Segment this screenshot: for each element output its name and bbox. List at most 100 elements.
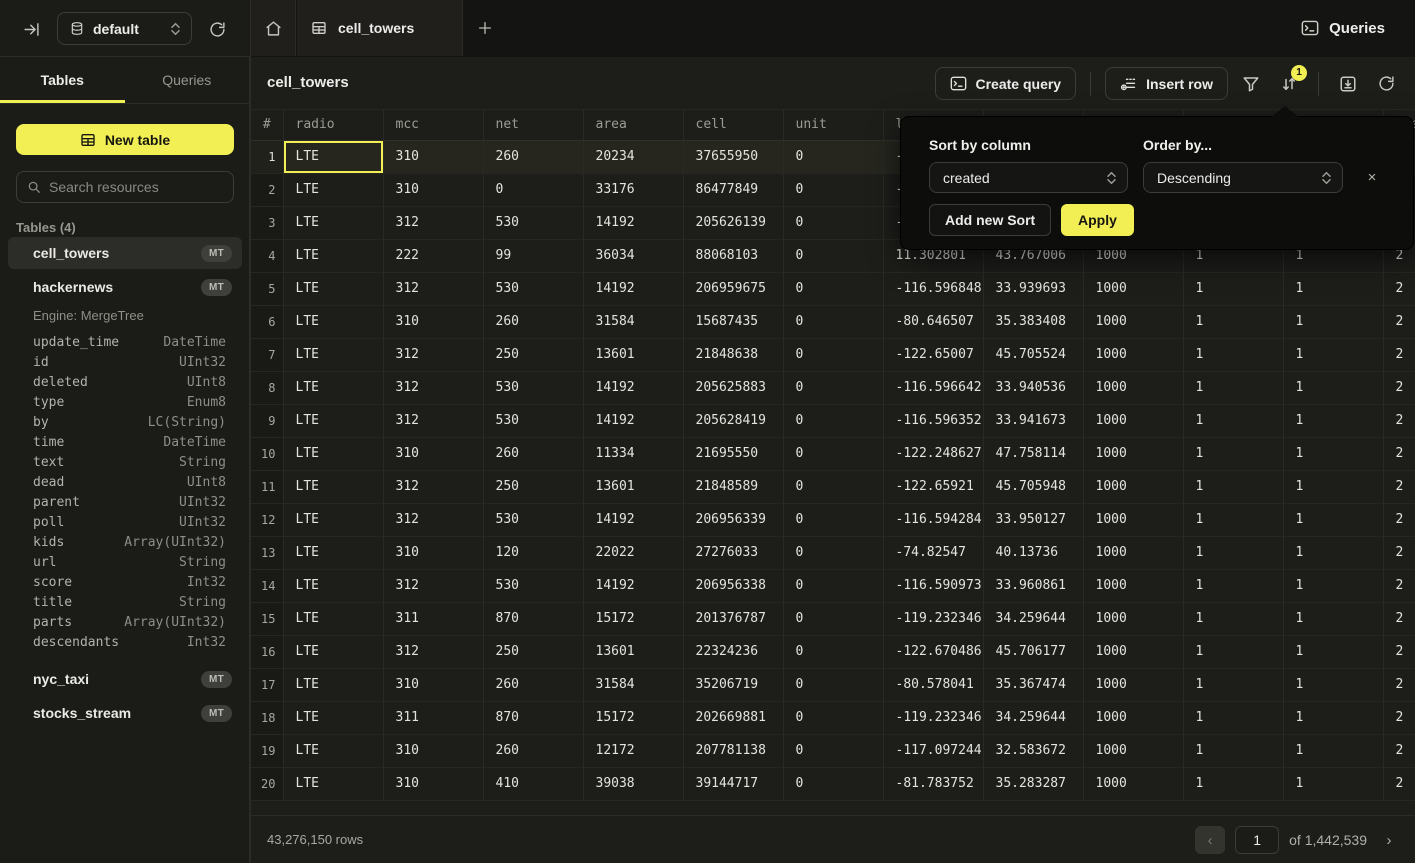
column-header-net[interactable]: net [483, 110, 583, 140]
cell[interactable]: 1 [1283, 668, 1383, 701]
cell[interactable]: 14192 [583, 371, 683, 404]
cell[interactable]: 2 [1383, 569, 1415, 602]
cell[interactable]: 33.941673 [983, 404, 1083, 437]
cell[interactable]: 120 [483, 536, 583, 569]
cell[interactable]: 45.705524 [983, 338, 1083, 371]
sidebar-tab-queries[interactable]: Queries [125, 57, 250, 103]
cell[interactable]: 1 [1183, 668, 1283, 701]
refresh-database-icon[interactable] [205, 17, 229, 41]
cell[interactable]: 0 [783, 536, 883, 569]
cell[interactable]: 202669881 [683, 701, 783, 734]
cell[interactable]: 1 [1283, 701, 1383, 734]
cell[interactable]: 1 [1283, 371, 1383, 404]
cell[interactable]: 2 [1383, 602, 1415, 635]
cell[interactable]: LTE [283, 206, 383, 239]
cell[interactable]: 2 [1383, 305, 1415, 338]
cell[interactable]: 2 [1383, 668, 1415, 701]
cell[interactable]: 33.960861 [983, 569, 1083, 602]
cell[interactable]: 1000 [1083, 338, 1183, 371]
cell[interactable]: 1000 [1083, 437, 1183, 470]
cell[interactable]: 1 [1183, 371, 1283, 404]
cell[interactable]: 1000 [1083, 602, 1183, 635]
cell[interactable]: 35.383408 [983, 305, 1083, 338]
cell[interactable]: 22022 [583, 536, 683, 569]
new-table-button[interactable]: New table [16, 124, 234, 155]
cell[interactable]: 0 [783, 206, 883, 239]
cell[interactable]: -119.232346 [883, 602, 983, 635]
cell[interactable]: 35.367474 [983, 668, 1083, 701]
cell[interactable]: 2 [1383, 437, 1415, 470]
cell[interactable]: 1000 [1083, 734, 1183, 767]
refresh-table-icon[interactable] [1371, 69, 1401, 99]
cell[interactable]: 0 [783, 569, 883, 602]
cell[interactable]: 250 [483, 635, 583, 668]
cell[interactable]: 2 [1383, 272, 1415, 305]
cell[interactable]: 530 [483, 206, 583, 239]
apply-sort-button[interactable]: Apply [1061, 204, 1134, 236]
cell[interactable]: -122.65007 [883, 338, 983, 371]
cell[interactable]: 14192 [583, 206, 683, 239]
cell[interactable]: 222 [383, 239, 483, 272]
cell[interactable]: 1000 [1083, 668, 1183, 701]
cell[interactable]: 1000 [1083, 272, 1183, 305]
cell[interactable]: 45.705948 [983, 470, 1083, 503]
cell[interactable]: 0 [783, 635, 883, 668]
column-header-unit[interactable]: unit [783, 110, 883, 140]
cell[interactable]: 1 [1283, 503, 1383, 536]
collapse-sidebar-icon[interactable] [20, 18, 42, 40]
cell[interactable]: 0 [783, 404, 883, 437]
cell[interactable]: 1 [1183, 404, 1283, 437]
cell[interactable]: 1 [1183, 305, 1283, 338]
cell[interactable]: 0 [483, 173, 583, 206]
cell[interactable]: 0 [783, 239, 883, 272]
cell[interactable]: -122.248627 [883, 437, 983, 470]
cell[interactable]: 33176 [583, 173, 683, 206]
cell[interactable]: 1 [1283, 536, 1383, 569]
cell[interactable]: 205625883 [683, 371, 783, 404]
cell[interactable]: 1 [1283, 272, 1383, 305]
cell[interactable]: LTE [283, 404, 383, 437]
cell[interactable]: 310 [383, 668, 483, 701]
cell[interactable]: -116.594284 [883, 503, 983, 536]
sort-icon[interactable]: 1 [1274, 69, 1304, 99]
search-input[interactable] [49, 179, 209, 195]
cell[interactable]: 0 [783, 371, 883, 404]
cell[interactable]: 40.13736 [983, 536, 1083, 569]
cell[interactable]: 870 [483, 602, 583, 635]
download-icon[interactable] [1333, 69, 1363, 99]
cell[interactable]: -122.670486 [883, 635, 983, 668]
cell[interactable]: 310 [383, 536, 483, 569]
cell[interactable]: 1000 [1083, 701, 1183, 734]
cell[interactable]: 310 [383, 173, 483, 206]
cell[interactable]: 0 [783, 503, 883, 536]
cell[interactable]: LTE [283, 470, 383, 503]
cell[interactable]: 14192 [583, 404, 683, 437]
cell[interactable]: -116.596848 [883, 272, 983, 305]
cell[interactable]: 1 [1283, 404, 1383, 437]
cell[interactable]: 1000 [1083, 404, 1183, 437]
cell[interactable]: 0 [783, 701, 883, 734]
cell[interactable]: 99 [483, 239, 583, 272]
sidebar-item-nyc-taxi[interactable]: nyc_taxi MT [8, 663, 242, 695]
new-tab-button[interactable] [473, 16, 497, 40]
cell[interactable]: -74.82547 [883, 536, 983, 569]
cell[interactable]: -119.232346 [883, 701, 983, 734]
cell[interactable]: 0 [783, 272, 883, 305]
sidebar-item-stocks-stream[interactable]: stocks_stream MT [8, 697, 242, 729]
cell[interactable]: 312 [383, 206, 483, 239]
cell[interactable]: 1 [1183, 503, 1283, 536]
cell[interactable]: 13601 [583, 635, 683, 668]
cell[interactable]: 870 [483, 701, 583, 734]
cell[interactable]: -122.65921 [883, 470, 983, 503]
cell[interactable]: LTE [283, 734, 383, 767]
cell[interactable]: 1 [1283, 569, 1383, 602]
close-icon[interactable]: × [1362, 167, 1382, 187]
cell[interactable]: 1 [1183, 272, 1283, 305]
cell[interactable]: 15172 [583, 701, 683, 734]
cell[interactable]: 260 [483, 437, 583, 470]
cell[interactable]: 312 [383, 569, 483, 602]
cell[interactable]: 0 [783, 734, 883, 767]
cell[interactable]: LTE [283, 503, 383, 536]
cell[interactable]: 88068103 [683, 239, 783, 272]
cell[interactable]: 260 [483, 668, 583, 701]
